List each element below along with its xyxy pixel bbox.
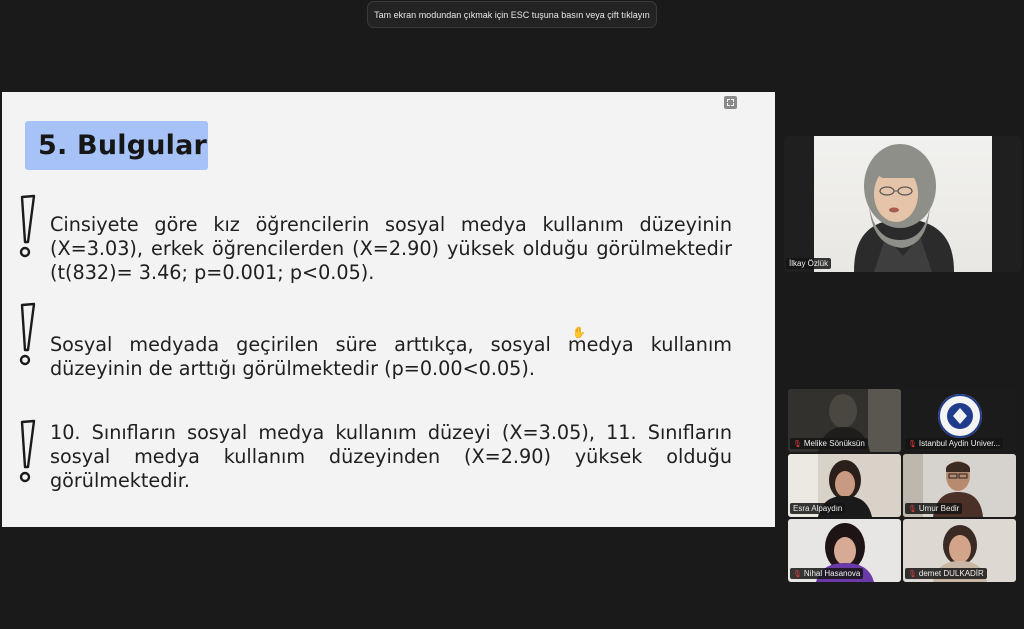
fullscreen-toggle-icon[interactable] — [724, 96, 737, 109]
participant-tile[interactable]: 🎙 Nihal Hasanova — [788, 519, 901, 582]
fullscreen-exit-toast: Tam ekran modundan çıkmak için ESC tuşun… — [367, 1, 657, 28]
finding-paragraph-1: Cinsiyete göre kız öğrencilerin sosyal m… — [50, 213, 732, 284]
speaker-video-tile[interactable]: İlkay Özlük — [784, 136, 1022, 272]
participants-grid: 🎙 Melike Sönüksün 🎙 Istanbul Aydin Univer.… — [788, 389, 1018, 582]
exclamation-icon — [14, 419, 40, 485]
mic-muted-icon: 🎙 — [793, 570, 802, 578]
hand-cursor-icon: ✋ — [572, 327, 586, 339]
participant-tile[interactable]: Esra Alpaydın — [788, 454, 901, 517]
speaker-name-label: İlkay Özlük — [786, 258, 832, 269]
participant-tile[interactable]: 🎙 demet DULKADİR — [903, 519, 1016, 582]
shared-slide: 5. Bulgular Cinsiyete göre kız öğrencile… — [2, 92, 775, 527]
finding-paragraph-3: 10. Sınıfların sosyal medya kullanım düz… — [50, 421, 732, 492]
participant-name-label: 🎙 demet DULKADİR — [905, 568, 987, 579]
participant-name-label: Esra Alpaydın — [790, 503, 846, 514]
participant-tile[interactable]: 🎙 Umur Bedir — [903, 454, 1016, 517]
mic-muted-icon: 🎙 — [793, 440, 802, 448]
participant-tile[interactable]: 🎙 Istanbul Aydin Univer... — [903, 389, 1016, 452]
participant-name-label: 🎙 Melike Sönüksün — [790, 438, 868, 449]
mic-muted-icon: 🎙 — [908, 440, 917, 448]
slide-title-box: 5. Bulgular — [25, 121, 208, 170]
participant-name-label: 🎙 Nihal Hasanova — [790, 568, 864, 579]
exclamation-icon — [14, 194, 40, 260]
meeting-window: Tam ekran modundan çıkmak için ESC tuşun… — [0, 0, 1024, 629]
mic-muted-icon: 🎙 — [908, 570, 917, 578]
finding-paragraph-2: Sosyal medyada geçirilen süre arttıkça, … — [50, 333, 732, 380]
participant-name-label: 🎙 Umur Bedir — [905, 503, 963, 514]
participant-tile[interactable]: 🎙 Melike Sönüksün — [788, 389, 901, 452]
mic-muted-icon: 🎙 — [908, 505, 917, 513]
exclamation-icon — [14, 302, 40, 368]
participant-name-label: 🎙 Istanbul Aydin Univer... — [905, 438, 1004, 449]
speaker-video-feed — [814, 136, 992, 272]
slide-title: 5. Bulgular — [38, 130, 208, 161]
toast-text: Tam ekran modundan çıkmak için ESC tuşun… — [374, 9, 650, 20]
